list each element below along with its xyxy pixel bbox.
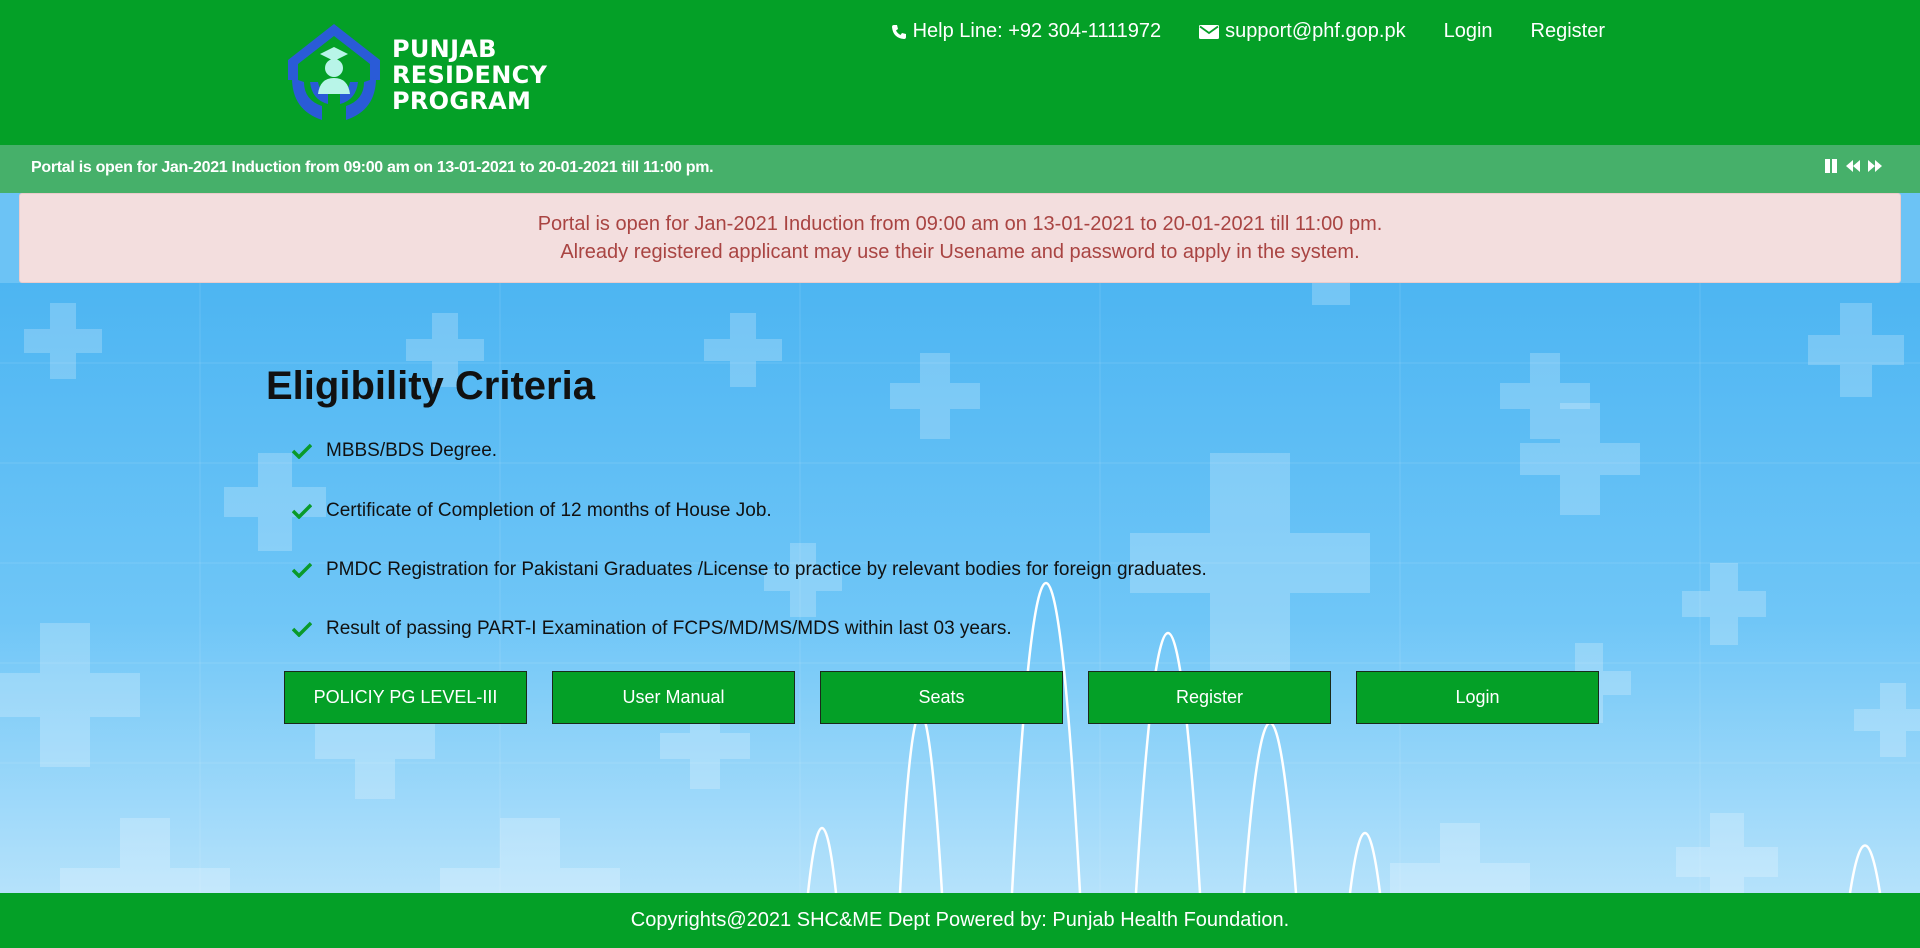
- header-register-label: Register: [1530, 20, 1605, 42]
- header-login-link[interactable]: Login: [1444, 20, 1493, 43]
- policy-button[interactable]: POLICIY PG LEVEL-III: [284, 671, 527, 724]
- alert-line-2: Already registered applicant may use the…: [560, 241, 1360, 263]
- check-icon: [292, 621, 312, 637]
- footer-text: Copyrights@2021 SHC&ME Dept Powered by: …: [630, 909, 1290, 931]
- user-manual-button[interactable]: User Manual: [552, 671, 795, 724]
- check-icon: [292, 503, 312, 519]
- criteria-item: MBBS/BDS Degree.: [292, 440, 497, 462]
- criteria-item: PMDC Registration for Pakistani Graduate…: [292, 559, 1207, 581]
- alert-banner: Portal is open for Jan-2021 Induction fr…: [19, 193, 1901, 283]
- criteria-text: MBBS/BDS Degree.: [326, 440, 498, 461]
- announcement-marquee: Portal is open for Jan-2021 Induction fr…: [0, 145, 1920, 193]
- criteria-item: Certificate of Completion of 12 months o…: [292, 500, 772, 522]
- email-link[interactable]: support@phf.gop.pk: [1199, 20, 1406, 43]
- pause-icon[interactable]: [1823, 158, 1839, 174]
- logo-line: PROGRAM: [392, 87, 532, 115]
- logo-text: PUNJAB RESIDENCY PROGRAM: [392, 36, 547, 114]
- page-title: Eligibility Criteria: [266, 364, 595, 408]
- login-button[interactable]: Login: [1356, 671, 1599, 724]
- rewind-icon[interactable]: [1845, 158, 1861, 174]
- seats-button[interactable]: Seats: [820, 671, 1063, 724]
- header: PUNJAB RESIDENCY PROGRAM Help Line: +92 …: [0, 0, 1920, 145]
- envelope-icon: [1199, 24, 1220, 39]
- check-icon: [292, 443, 312, 459]
- header-login-label: Login: [1443, 20, 1493, 42]
- marquee-controls: [1823, 158, 1883, 174]
- helpline-text: Help Line: +92 304-1111972: [912, 20, 1162, 42]
- alert-line-1: Portal is open for Jan-2021 Induction fr…: [537, 213, 1383, 235]
- footer: Copyrights@2021 SHC&ME Dept Powered by: …: [0, 893, 1920, 948]
- site-logo[interactable]: PUNJAB RESIDENCY PROGRAM: [282, 20, 547, 126]
- register-button[interactable]: Register: [1088, 671, 1331, 724]
- header-register-link[interactable]: Register: [1531, 20, 1605, 43]
- criteria-text: PMDC Registration for Pakistani Graduate…: [326, 559, 1207, 580]
- criteria-text: Result of passing PART-I Examination of …: [326, 618, 1012, 639]
- criteria-item: Result of passing PART-I Examination of …: [292, 618, 1012, 640]
- criteria-text: Certificate of Completion of 12 months o…: [326, 500, 772, 521]
- marquee-text: Portal is open for Jan-2021 Induction fr…: [31, 159, 714, 176]
- house-hands-icon: [288, 24, 380, 120]
- phone-icon: [891, 24, 906, 39]
- helpline-link[interactable]: Help Line: +92 304-1111972: [891, 20, 1162, 43]
- top-nav: Help Line: +92 304-1111972 support@phf.g…: [891, 20, 1605, 43]
- email-text: support@phf.gop.pk: [1225, 20, 1406, 42]
- logo-line: RESIDENCY: [392, 61, 548, 89]
- logo-line: PUNJAB: [392, 35, 497, 63]
- check-icon: [292, 562, 312, 578]
- fast-forward-icon[interactable]: [1867, 158, 1883, 174]
- action-buttons: POLICIY PG LEVEL-III User Manual Seats R…: [284, 671, 1599, 724]
